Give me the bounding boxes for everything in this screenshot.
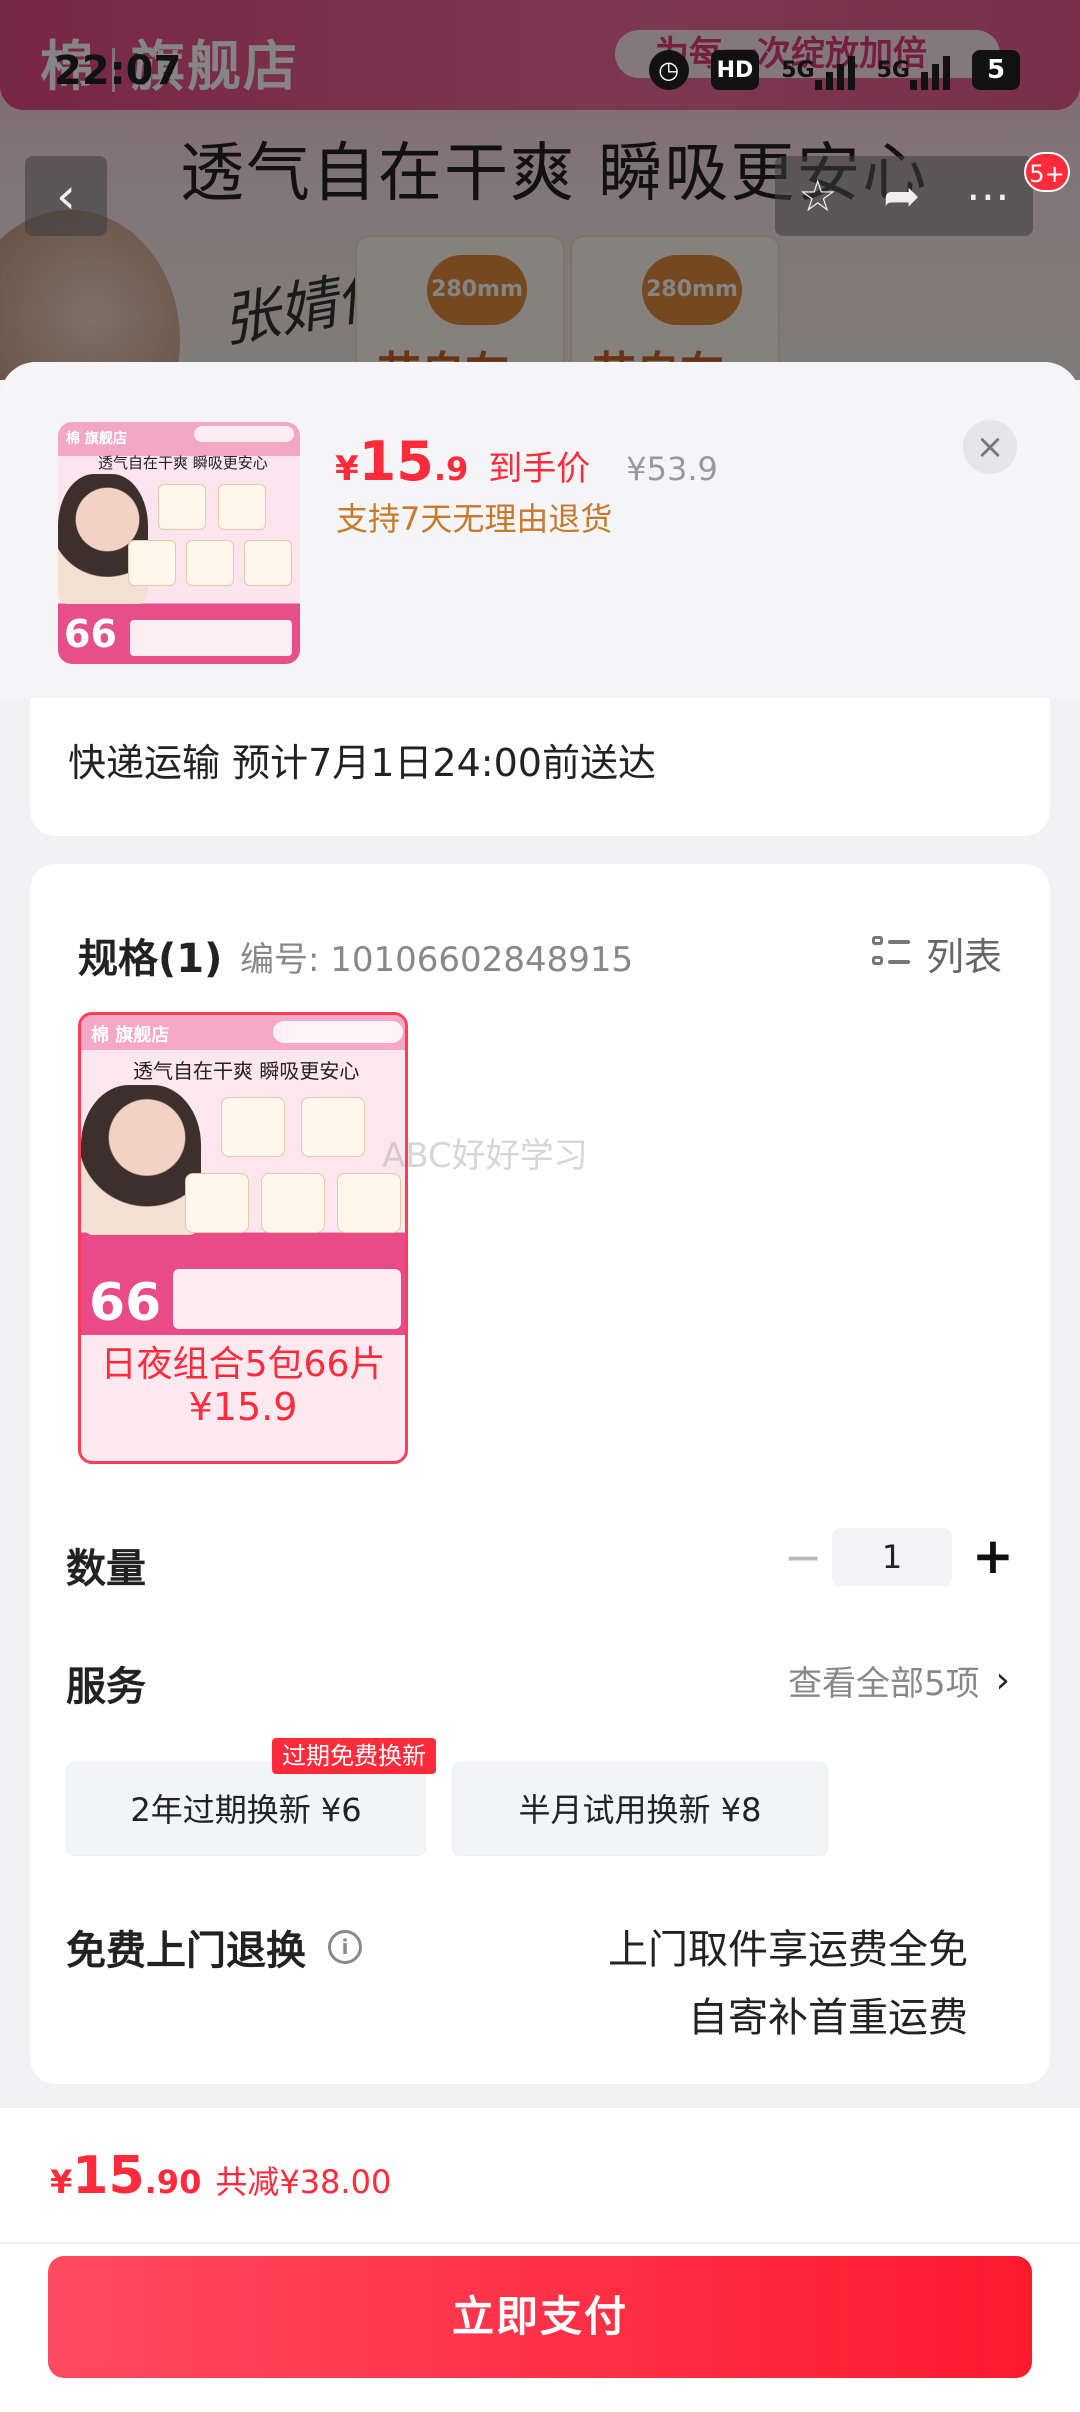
delivery-card[interactable]: 快递运输 预计7月1日24:00前送达 <box>30 698 1050 836</box>
price-row: ¥ 15 .9 到手价 ¥53.9 <box>335 430 718 493</box>
spec-image-product-box <box>337 1173 401 1233</box>
list-view-label: 列表 <box>925 935 1002 979</box>
service-label: 服务 <box>66 1664 146 1710</box>
thumb-product-box <box>244 540 292 586</box>
status-bar: 22:07 ◷ HD 5G 5G 5 <box>0 0 1080 140</box>
spec-image-brand: 棉 旗舰店 <box>91 1025 170 1046</box>
status-time: 22:07 <box>54 48 182 94</box>
free-return-label: 免费上门退换 i <box>66 1918 362 1976</box>
signal-5g-icon: 5G <box>781 50 855 90</box>
spec-image-product-box <box>301 1097 365 1157</box>
close-button[interactable]: × <box>963 420 1017 474</box>
free-return-line: 自寄补首重运费 <box>688 1995 968 2041</box>
product-thumbnail[interactable]: 棉 旗舰店 透气自在干爽 瞬吸更安心 66 <box>58 422 300 664</box>
spec-image-model-photo <box>81 1085 201 1235</box>
share-icon[interactable]: ➦ <box>883 171 920 222</box>
top-actions: ☆ ➦ ⋯ <box>775 156 1033 236</box>
thumb-product-box <box>158 484 206 530</box>
sheet-header: 棉 旗舰店 透气自在干爽 瞬吸更安心 66 ¥ 15 .9 到手价 ¥53.9 … <box>0 362 1080 698</box>
spec-option-image: 棉 旗舰店 透气自在干爽 瞬吸更安心 66 <box>81 1015 405 1335</box>
thumb-footer <box>130 620 292 656</box>
thumb-promo <box>194 426 294 442</box>
sku-bottom-sheet: 棉 旗舰店 透气自在干爽 瞬吸更安心 66 ¥ 15 .9 到手价 ¥53.9 … <box>0 362 1080 2412</box>
total-saved: 共减¥38.00 <box>215 2163 392 2201</box>
back-button[interactable]: ‹ <box>25 156 107 236</box>
currency-symbol: ¥ <box>50 2163 73 2201</box>
price-label: 到手价 <box>488 449 591 489</box>
currency-symbol: ¥ <box>335 449 359 489</box>
return-policy-note: 支持7天无理由退货 <box>336 500 613 538</box>
free-return-line: 上门取件享运费全免 <box>608 1927 968 1973</box>
signal-bars-icon <box>814 50 855 90</box>
star-icon[interactable]: ☆ <box>798 171 837 222</box>
service-view-all-link[interactable]: 查看全部5项 › <box>788 1656 1010 1705</box>
spec-option-label: 日夜组合5包66片 <box>100 1344 386 1385</box>
chevron-right-icon: › <box>995 1660 1010 1701</box>
network-type: 5G <box>876 57 910 83</box>
cart-badge: 5+ <box>1024 152 1070 192</box>
signal-bars-icon <box>910 50 950 90</box>
price-decimal: .9 <box>433 450 469 488</box>
total-price: ¥ 15 .90 共减¥38.00 <box>50 2146 391 2206</box>
info-icon[interactable]: i <box>328 1930 362 1964</box>
free-return-title: 免费上门退换 <box>66 1928 306 1974</box>
quantity-label: 数量 <box>66 1546 146 1592</box>
spec-card: 规格(1) 编号: 10106602848915 列表 棉 旗舰店 透气自在干爽… <box>30 864 1050 2084</box>
service-option[interactable]: 半月试用换新 ¥8 <box>452 1762 828 1856</box>
total-decimal: .90 <box>144 2163 202 2201</box>
hd-icon: HD <box>710 50 760 90</box>
thumb-product-box <box>186 540 234 586</box>
spec-image-promo <box>273 1021 403 1043</box>
spec-image-product-box <box>221 1097 285 1157</box>
list-view-toggle[interactable]: 列表 <box>871 926 1002 981</box>
service-view-all-label: 查看全部5项 <box>787 1664 980 1704</box>
spec-code: 编号: 10106602848915 <box>240 940 634 980</box>
delivery-estimate: 快递运输 预计7月1日24:00前送达 <box>68 741 656 785</box>
spec-title: 规格(1) <box>78 936 223 982</box>
watermark: ABC好好学习 <box>382 1136 588 1176</box>
service-option-badge: 过期免费换新 <box>272 1738 436 1774</box>
total-integer: 15 <box>72 2146 145 2206</box>
quantity-decrement-button[interactable]: − <box>776 1530 830 1584</box>
thumb-headline: 透气自在干爽 瞬吸更安心 <box>98 454 268 472</box>
list-icon <box>871 935 910 972</box>
spec-option-price: ¥15.9 <box>188 1385 298 1429</box>
thumb-product-box <box>128 540 176 586</box>
network-type: 5G <box>781 57 815 83</box>
close-icon: × <box>975 427 1005 467</box>
spec-image-product-box <box>261 1173 325 1233</box>
signal-5g-icon: 5G <box>877 50 950 90</box>
price-integer: 15 <box>358 430 434 493</box>
spec-image-headline: 透气自在干爽 瞬吸更安心 <box>133 1059 360 1083</box>
spec-image-product-box <box>185 1173 249 1233</box>
spec-image-piece-count: 66 <box>89 1273 162 1333</box>
alarm-icon: ◷ <box>648 50 689 90</box>
footer-divider <box>0 2242 1080 2244</box>
spec-image-footer <box>173 1269 401 1329</box>
quantity-input[interactable]: 1 <box>832 1528 952 1586</box>
thumb-product-box <box>218 484 266 530</box>
free-return-details: 上门取件享运费全免 自寄补首重运费 <box>608 1916 968 2052</box>
thumb-brand: 棉 旗舰店 <box>66 431 127 447</box>
original-price: ¥53.9 <box>626 450 718 488</box>
pay-now-button[interactable]: 立即支付 <box>48 2256 1032 2378</box>
quantity-increment-button[interactable]: + <box>966 1528 1020 1586</box>
service-option[interactable]: 2年过期换新 ¥6 <box>66 1762 426 1856</box>
more-icon[interactable]: ⋯ <box>966 171 1010 222</box>
thumb-piece-count: 66 <box>64 612 117 656</box>
battery-icon: 5 <box>972 50 1020 90</box>
checkout-footer: ¥ 15 .90 共减¥38.00 立即支付 <box>0 2108 1080 2412</box>
chevron-left-icon: ‹ <box>56 167 76 225</box>
status-icons: ◷ HD 5G 5G 5 <box>648 50 1020 90</box>
spec-option-selected[interactable]: 棉 旗舰店 透气自在干爽 瞬吸更安心 66 日夜组合5包66片 ¥15.9 <box>78 1012 408 1464</box>
